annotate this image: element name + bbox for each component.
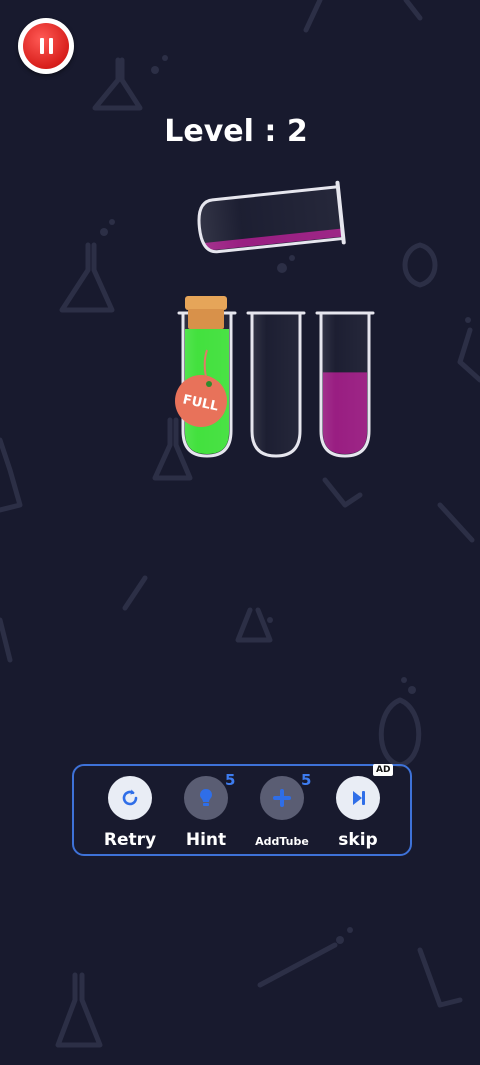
cork-icon [185,296,227,329]
refresh-icon [122,789,138,806]
retry-circle [108,776,152,820]
tilted-tube-glass [197,185,344,254]
hint-button[interactable]: 5 Hint [168,771,244,854]
skip-button[interactable]: AD skip [320,764,396,854]
retry-button[interactable]: Retry [92,776,168,854]
tube-3[interactable] [315,311,375,458]
powerup-toolbar: Retry 5 Hint 5 AddTube AD skip [72,764,412,856]
tilted-tube[interactable] [196,180,346,258]
skip-icon [353,791,365,805]
tube-2[interactable] [246,311,306,458]
tube-2-glass [250,313,302,458]
addtube-circle [260,776,304,820]
tube-board: FULL [175,180,375,458]
skip-label: skip [338,830,378,850]
tube-1[interactable]: FULL [175,296,237,458]
addtube-button[interactable]: 5 AddTube [244,771,320,854]
hint-count: 5 [225,771,236,789]
hint-label: Hint [185,830,227,850]
hint-circle [184,776,228,820]
retry-label: Retry [103,830,157,850]
game-screen: Level : 2 FULL Retry 5 Hint 5 AddTube AD… [0,0,480,1065]
skip-circle [336,776,380,820]
ad-badge: AD [373,764,394,776]
addtube-count: 5 [301,771,312,789]
plus-icon [273,789,291,807]
tube-3-glass [319,313,371,458]
full-tag: FULL [175,375,227,427]
addtube-label: AddTube [255,835,309,848]
bulb-icon [200,789,212,806]
